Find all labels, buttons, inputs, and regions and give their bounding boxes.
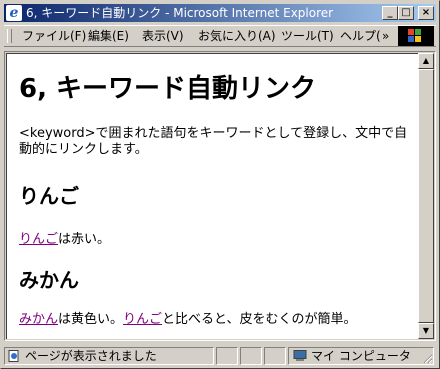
menu-help[interactable]: ヘルプ( xyxy=(340,26,381,46)
scroll-down-button[interactable]: ▼ xyxy=(418,323,434,339)
page-content[interactable]: 6, キーワード自動リンク <keyword>で囲まれた語句をキーワードとして登… xyxy=(6,53,418,339)
menu-bar: ファイル(F) 編集(E) 表示(V) お気に入り(A) ツール(T) ヘルプ(… xyxy=(4,25,436,47)
menu-file[interactable]: ファイル(F) xyxy=(22,26,86,46)
title-bar[interactable]: e 6, キーワード自動リンク - Microsoft Internet Exp… xyxy=(4,4,436,22)
browser-viewport: 6, キーワード自動リンク <keyword>で囲まれた語句をキーワードとして登… xyxy=(4,51,436,341)
status-bar: ページが表示されました マイ コンピュータ xyxy=(4,345,436,365)
menu-tools[interactable]: ツール(T) xyxy=(281,26,334,46)
menu-view[interactable]: 表示(V) xyxy=(142,26,184,46)
close-button[interactable]: × xyxy=(418,6,434,20)
maximize-button[interactable]: □ xyxy=(398,6,414,20)
page-done-icon xyxy=(8,350,19,362)
orange-paragraph: みかんは黄色い。りんごと比べると、皮をむくのが簡単。 xyxy=(19,308,357,327)
window-title: 6, キーワード自動リンク - Microsoft Internet Explo… xyxy=(26,6,334,20)
section-heading-orange: みかん xyxy=(19,268,79,292)
status-text: ページが表示されました xyxy=(25,349,157,363)
orange-text-1: は黄色い。 xyxy=(58,312,124,327)
apple-text: は赤い。 xyxy=(58,232,111,247)
status-pane-security xyxy=(240,347,262,365)
resize-grip-icon[interactable] xyxy=(421,352,433,364)
status-pane-privacy xyxy=(264,347,286,365)
scroll-thumb[interactable] xyxy=(418,69,434,323)
orange-text-2: と比べると、皮をむくのが簡単。 xyxy=(162,312,357,327)
status-pane-progress xyxy=(216,347,238,365)
keyword-link-apple[interactable]: りんご xyxy=(19,232,58,247)
intro-paragraph: <keyword>で囲まれた語句をキーワードとして登録し、文中で自動的にリンクし… xyxy=(19,126,408,157)
ie-logo-icon[interactable]: e xyxy=(6,5,22,21)
status-pane-main: ページが表示されました xyxy=(4,347,214,365)
apple-paragraph: りんごは赤い。 xyxy=(19,228,110,247)
menu-edit[interactable]: 編集(E) xyxy=(88,26,129,46)
security-zone-text: マイ コンピュータ xyxy=(311,349,411,363)
section-heading-apple: りんご xyxy=(19,184,79,208)
toolbar-grip[interactable] xyxy=(7,29,12,43)
keyword-link-apple-2[interactable]: りんご xyxy=(123,312,162,327)
scroll-up-button[interactable]: ▲ xyxy=(418,53,434,69)
menu-overflow-chevron-icon[interactable]: » xyxy=(382,26,389,46)
minimize-button[interactable]: _ xyxy=(382,6,398,20)
keyword-link-orange[interactable]: みかん xyxy=(19,312,58,327)
page-heading: 6, キーワード自動リンク xyxy=(19,74,317,104)
my-computer-icon xyxy=(293,350,307,361)
status-pane-zone: マイ コンピュータ xyxy=(288,347,434,365)
ie-window: e 6, キーワード自動リンク - Microsoft Internet Exp… xyxy=(0,0,440,369)
vertical-scrollbar[interactable]: ▲ ▼ xyxy=(418,53,434,339)
menu-favorites[interactable]: お気に入り(A) xyxy=(198,26,276,46)
windows-logo-icon xyxy=(398,26,434,46)
